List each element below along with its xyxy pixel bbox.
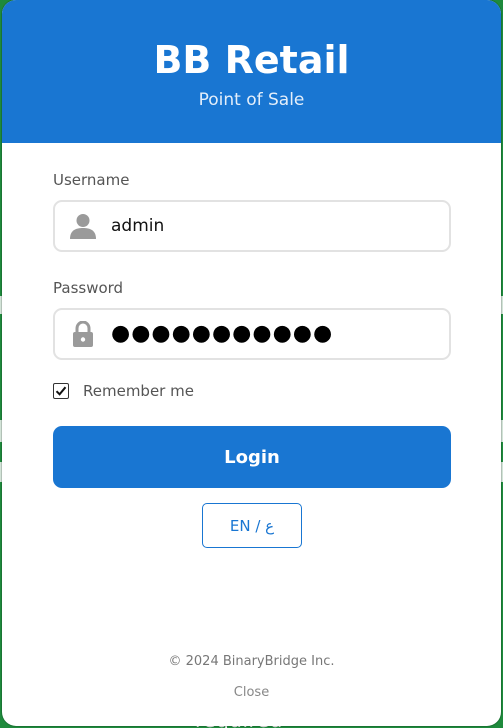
- close-link[interactable]: Close: [2, 685, 501, 700]
- lock-icon: [55, 320, 111, 348]
- login-dialog: BB Retail Point of Sale Username admin P…: [2, 0, 501, 726]
- app-title: BB Retail: [153, 38, 350, 82]
- username-label: Username: [53, 171, 130, 189]
- password-label: Password: [53, 279, 124, 297]
- remember-me-row[interactable]: Remember me: [53, 382, 451, 400]
- check-icon: [55, 386, 67, 396]
- remember-me-label: Remember me: [83, 382, 194, 400]
- password-field[interactable]: ●●●●●●●●●●●: [53, 308, 451, 360]
- login-form: Username admin Password ●●●●●●●●●●● Reme…: [53, 170, 451, 548]
- language-toggle-button[interactable]: EN / ع: [202, 503, 302, 548]
- remember-me-checkbox[interactable]: [53, 383, 69, 399]
- login-button[interactable]: Login: [53, 426, 451, 488]
- username-input[interactable]: admin: [111, 216, 164, 236]
- dialog-footer: © 2024 BinaryBridge Inc. Close: [2, 654, 501, 700]
- password-input[interactable]: ●●●●●●●●●●●: [111, 323, 333, 345]
- user-icon: [55, 213, 111, 239]
- copyright-text: © 2024 BinaryBridge Inc.: [168, 654, 335, 669]
- app-subtitle: Point of Sale: [198, 90, 305, 110]
- dialog-header: BB Retail Point of Sale: [2, 0, 501, 143]
- username-field[interactable]: admin: [53, 200, 451, 252]
